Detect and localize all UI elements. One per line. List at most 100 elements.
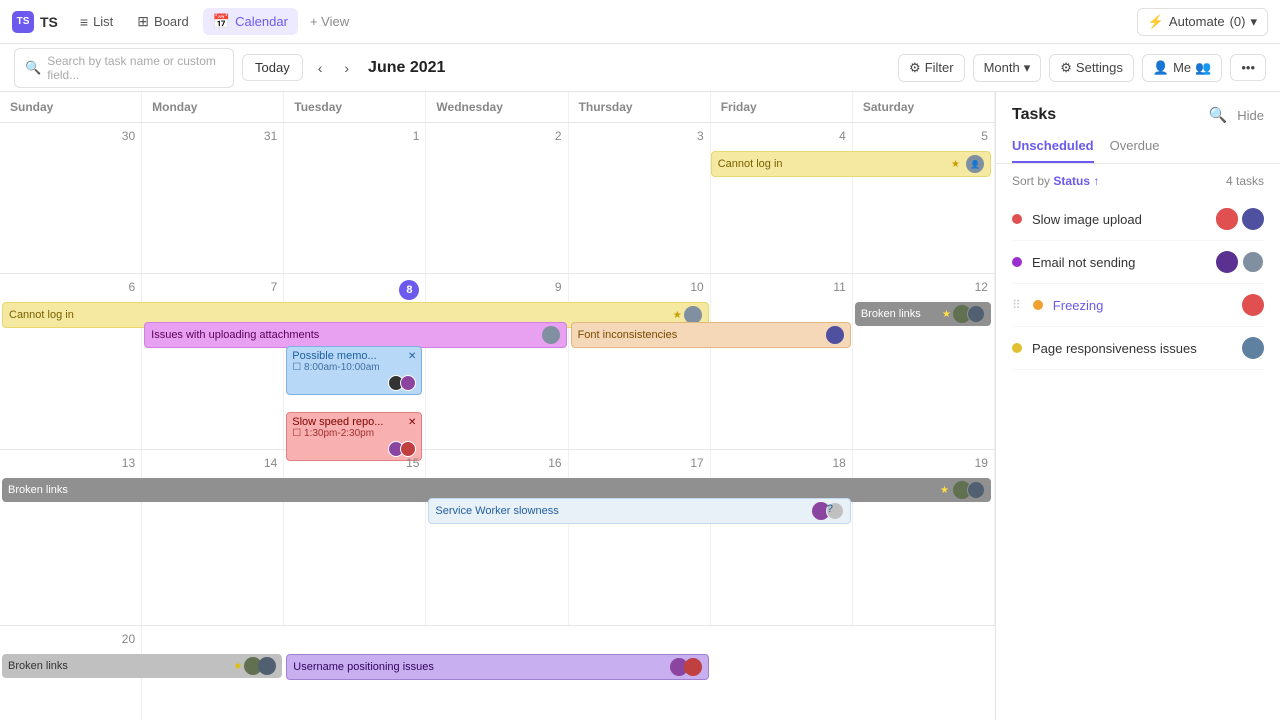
tasks-panel: Tasks 🔍 Hide Unscheduled Overdue Sort by… <box>995 92 1280 720</box>
more-options-button[interactable]: ••• <box>1230 54 1266 81</box>
app-name: TS <box>40 14 58 30</box>
event-service-worker[interactable]: Service Worker slowness ? <box>428 498 850 524</box>
day-headers: Sunday Monday Tuesday Wednesday Thursday… <box>0 92 995 123</box>
event-possible-memory[interactable]: Possible memo... ✕ ☐ 8:00am-10:00am <box>286 346 422 395</box>
day-1[interactable]: 1 <box>284 123 426 273</box>
event-avatar: 👤 <box>966 155 984 173</box>
day-11[interactable]: 11 <box>711 274 853 449</box>
task-avatar2 <box>1242 251 1264 273</box>
users-icon: 👥 <box>1195 60 1211 76</box>
day-14[interactable]: 14 <box>142 450 284 625</box>
task-item-slow-image[interactable]: Slow image upload <box>1012 198 1264 241</box>
day-18[interactable]: 18 <box>711 450 853 625</box>
event-issues-uploading[interactable]: Issues with uploading attachments <box>144 322 566 348</box>
prev-month-button[interactable]: ‹ <box>311 55 330 81</box>
task-avatar2 <box>1242 208 1264 230</box>
week-row-1: 6 7 8 9 10 11 12 Cannot log in ★ Broken … <box>0 274 995 450</box>
tab-list[interactable]: ≡ List <box>70 9 123 35</box>
day-3[interactable]: 3 <box>569 123 711 273</box>
tasks-count: 4 tasks <box>1226 174 1264 188</box>
event-label: Issues with uploading attachments <box>151 329 319 341</box>
task-name: Slow image upload <box>1032 212 1206 227</box>
event-header: Slow speed repo... ✕ <box>292 416 416 428</box>
day-5[interactable]: 5 <box>853 123 995 273</box>
settings-button[interactable]: ⚙ Settings <box>1049 54 1134 82</box>
task-status-dot <box>1033 300 1043 310</box>
add-view-button[interactable]: + View <box>302 9 357 34</box>
day-19[interactable]: 19 <box>853 450 995 625</box>
me-button[interactable]: 👤 Me 👥 <box>1142 54 1222 82</box>
week-row-3: 20 Broken links ★ Username positioning i… <box>0 626 995 720</box>
next-month-button[interactable]: › <box>337 55 356 81</box>
day-16[interactable]: 16 <box>426 450 568 625</box>
header-thursday: Thursday <box>569 92 711 122</box>
today-button[interactable]: Today <box>242 54 303 81</box>
task-item-page-responsiveness[interactable]: Page responsiveness issues <box>1012 327 1264 370</box>
day-10[interactable]: 10 <box>569 274 711 449</box>
task-item-freezing[interactable]: ⠿ Freezing <box>1012 284 1264 327</box>
day-13[interactable]: 13 <box>0 450 142 625</box>
hide-button[interactable]: Hide <box>1237 108 1264 123</box>
event-username-positioning[interactable]: Username positioning issues <box>286 654 708 680</box>
header-tuesday: Tuesday <box>284 92 426 122</box>
add-view-label: + View <box>310 14 349 29</box>
event-cannot-log-in-week0[interactable]: Cannot log in ★ 👤 <box>711 151 991 177</box>
event-font-inconsistencies[interactable]: Font inconsistencies <box>571 322 851 348</box>
event-header: Possible memo... ✕ <box>292 350 416 362</box>
event-star-icon: ★ <box>951 159 960 170</box>
event-label: Service Worker slowness <box>435 505 558 517</box>
event-broken-links-week1[interactable]: Broken links ★ <box>855 302 991 326</box>
day-30[interactable]: 30 <box>0 123 142 273</box>
filter-label: Filter <box>925 60 954 75</box>
tasks-search-icon[interactable]: 🔍 <box>1209 106 1228 124</box>
tasks-header: Tasks 🔍 Hide <box>996 92 1280 132</box>
event-avatars <box>292 375 416 391</box>
task-status-dot <box>1012 214 1022 224</box>
tab-board[interactable]: ⊞ Board <box>127 8 198 35</box>
tab-calendar[interactable]: 📅 Calendar <box>203 8 298 35</box>
event-time: ☐ 1:30pm-2:30pm <box>292 428 416 439</box>
filter-button[interactable]: ⚙ Filter <box>898 54 965 82</box>
day-9[interactable]: 9 <box>426 274 568 449</box>
task-name-link[interactable]: Freezing <box>1053 298 1232 313</box>
event-label: Broken links <box>8 484 68 496</box>
task-item-email[interactable]: Email not sending <box>1012 241 1264 284</box>
day-4[interactable]: 4 <box>711 123 853 273</box>
day-6[interactable]: 6 <box>0 274 142 449</box>
day-31[interactable]: 31 <box>142 123 284 273</box>
day-17[interactable]: 17 <box>569 450 711 625</box>
event-close-icon: ✕ <box>408 417 416 428</box>
month-dropdown-button[interactable]: Month ▾ <box>973 54 1042 82</box>
top-right-area: ⚡ Automate (0) ▾ <box>1137 8 1268 36</box>
tab-unscheduled[interactable]: Unscheduled <box>1012 132 1094 163</box>
day-15[interactable]: 15 <box>284 450 426 625</box>
event-broken-links-week3[interactable]: Broken links ★ <box>2 654 282 678</box>
sort-label: Sort by Status ↑ <box>1012 174 1099 188</box>
top-nav: TS TS ≡ List ⊞ Board 📅 Calendar + View ⚡… <box>0 0 1280 44</box>
day-7[interactable]: 7 <box>142 274 284 449</box>
sort-field-link[interactable]: Status ↑ <box>1053 174 1099 188</box>
toolbar: 🔍 Search by task name or custom field...… <box>0 44 1280 92</box>
event-label: Font inconsistencies <box>578 329 678 341</box>
calendar-body: 30 31 1 2 3 4 5 Cannot log in ★ 👤 <box>0 123 995 720</box>
task-avatar <box>1242 337 1264 359</box>
me-label: Me <box>1173 60 1191 75</box>
week-row-0: 30 31 1 2 3 4 5 Cannot log in ★ 👤 <box>0 123 995 274</box>
calendar-icon: 📅 <box>213 13 230 30</box>
settings-icon: ⚙ <box>1060 60 1072 76</box>
task-avatar <box>1216 208 1238 230</box>
event-label: Broken links <box>8 660 68 672</box>
automate-button[interactable]: ⚡ Automate (0) ▾ <box>1137 8 1268 36</box>
drag-handle-icon[interactable]: ⠿ <box>1012 298 1021 312</box>
main-layout: Sunday Monday Tuesday Wednesday Thursday… <box>0 92 1280 720</box>
event-label: Username positioning issues <box>293 661 434 673</box>
day-2[interactable]: 2 <box>426 123 568 273</box>
day-12[interactable]: 12 <box>853 274 995 449</box>
task-name: Page responsiveness issues <box>1032 341 1232 356</box>
task-name: Email not sending <box>1032 255 1206 270</box>
tab-overdue[interactable]: Overdue <box>1110 132 1160 163</box>
task-status-dot <box>1012 343 1022 353</box>
event-label: Cannot log in <box>9 309 74 321</box>
search-box[interactable]: 🔍 Search by task name or custom field... <box>14 48 234 88</box>
me-icon: 👤 <box>1153 60 1169 76</box>
